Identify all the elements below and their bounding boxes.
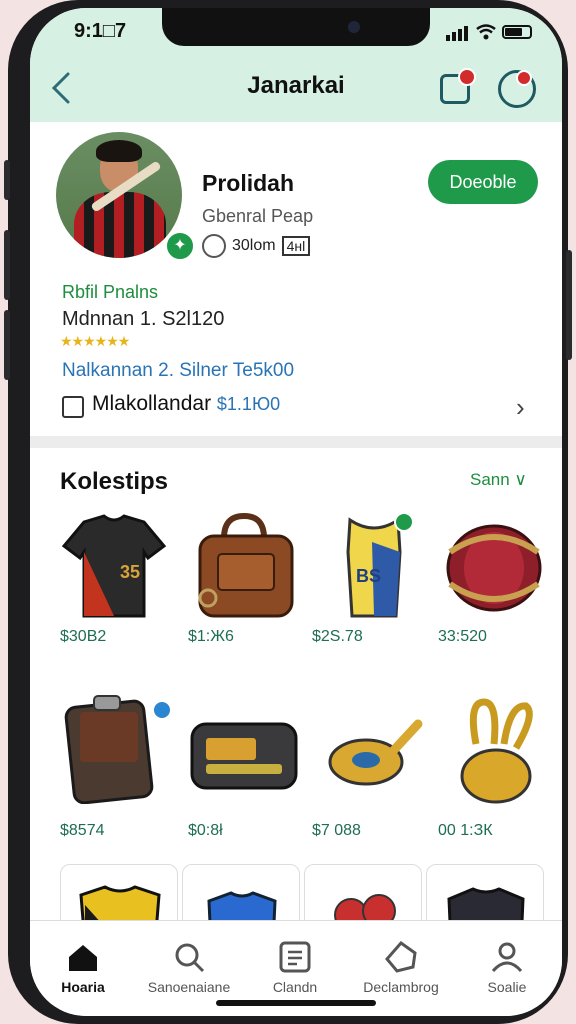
- new-badge-icon: [394, 512, 414, 532]
- badge-item[interactable]: [314, 694, 434, 804]
- item-price-7: $7 088: [312, 822, 361, 839]
- status-time: 9:1□7: [74, 20, 127, 42]
- member-line: Mdnnan 1. S2l120: [62, 308, 225, 330]
- tab-chat[interactable]: Declambrog: [348, 941, 454, 995]
- profile-subtitle: Gbenral Peap: [202, 206, 314, 226]
- profile-stat-value: 30lom: [232, 237, 276, 254]
- svg-text:BS: BS: [356, 566, 381, 586]
- camera: [348, 21, 360, 33]
- screen: 9:1□7 Janarkai ✦ Prolidah Gbenral Peap 3…: [30, 8, 562, 1016]
- verified-icon: ✦: [164, 230, 196, 262]
- house-icon: [62, 396, 84, 418]
- item-price-1: $30В2: [60, 628, 107, 645]
- home-icon: [69, 945, 97, 971]
- list-icon: [279, 941, 311, 973]
- search-icon: [175, 943, 205, 973]
- signal-icon: [446, 23, 470, 41]
- collection-see-all-link[interactable]: Sann ∨: [470, 470, 527, 490]
- tab-label: Hoaria: [61, 979, 105, 995]
- manager-row[interactable]: Mlakollandar $1.1Ю0: [92, 392, 280, 416]
- rating-stars: ★★★★★★: [60, 333, 130, 349]
- item-price-5: $8574: [60, 822, 105, 839]
- svg-text:35: 35: [120, 562, 140, 582]
- item-price-6: $0:8ł: [188, 822, 223, 839]
- tab-search[interactable]: Sanoenaiane: [136, 941, 242, 995]
- jersey-item[interactable]: 35: [54, 512, 174, 622]
- status-icons: [446, 23, 532, 41]
- item-price-8: 00 1:ЗК: [438, 822, 493, 839]
- notification-badge: [458, 68, 476, 86]
- action-button[interactable]: Doeoble: [428, 160, 538, 204]
- phone-frame: 9:1□7 Janarkai ✦ Prolidah Gbenral Peap 3…: [4, 0, 572, 1024]
- drum-item[interactable]: [438, 512, 558, 622]
- volume-down-button: [4, 310, 10, 380]
- power-button: [566, 250, 572, 360]
- manager-row-label: Mlakollandar: [92, 392, 212, 415]
- volume-up-button: [4, 230, 10, 300]
- home-indicator: [216, 1000, 376, 1006]
- chevron-right-icon[interactable]: ›: [516, 392, 525, 423]
- record-dot: [516, 70, 532, 86]
- tab-label: Clandn: [272, 979, 318, 995]
- tab-label: Sanoenaiane: [147, 979, 231, 995]
- profile-stat: 30lom 4нl: [202, 234, 311, 258]
- tab-home[interactable]: Hoaria: [30, 941, 136, 995]
- battery-icon: [502, 25, 532, 39]
- mute-switch: [4, 160, 10, 200]
- notch: [162, 8, 430, 46]
- chat-icon: [385, 941, 417, 973]
- rank-label: Rbfil Pnalns: [62, 282, 159, 302]
- blue-info-line[interactable]: Nalkannan 2. Silner Te5k00: [62, 360, 294, 382]
- page-title: Janarkai: [247, 72, 345, 99]
- tab-label: Declambrog: [363, 979, 439, 995]
- device-item[interactable]: [184, 694, 304, 804]
- wifi-icon: [476, 24, 496, 40]
- profile-stat-box: 4нl: [281, 236, 311, 256]
- item-price-4: 33:520: [438, 628, 487, 645]
- manager-row-value: $1.1Ю0: [216, 394, 281, 414]
- collection-title: Kolestips: [60, 468, 169, 495]
- tab-list[interactable]: Clandn: [242, 941, 348, 995]
- tab-profile[interactable]: Soalie: [454, 941, 560, 995]
- profile-name: Prolidah: [202, 170, 295, 196]
- section-divider: [30, 436, 562, 448]
- info-badge-icon: [152, 700, 172, 720]
- tank-top-item[interactable]: BS: [314, 512, 434, 622]
- bag-item[interactable]: [184, 512, 304, 622]
- tab-label: Soalie: [487, 979, 527, 995]
- avatar[interactable]: [56, 132, 182, 258]
- item-price-2: $1:Ж6: [188, 628, 234, 645]
- item-price-3: $2Ѕ.78: [312, 628, 363, 645]
- profile-icon: [491, 942, 523, 973]
- weight-icon: [202, 234, 226, 258]
- trophy-item[interactable]: [438, 694, 558, 804]
